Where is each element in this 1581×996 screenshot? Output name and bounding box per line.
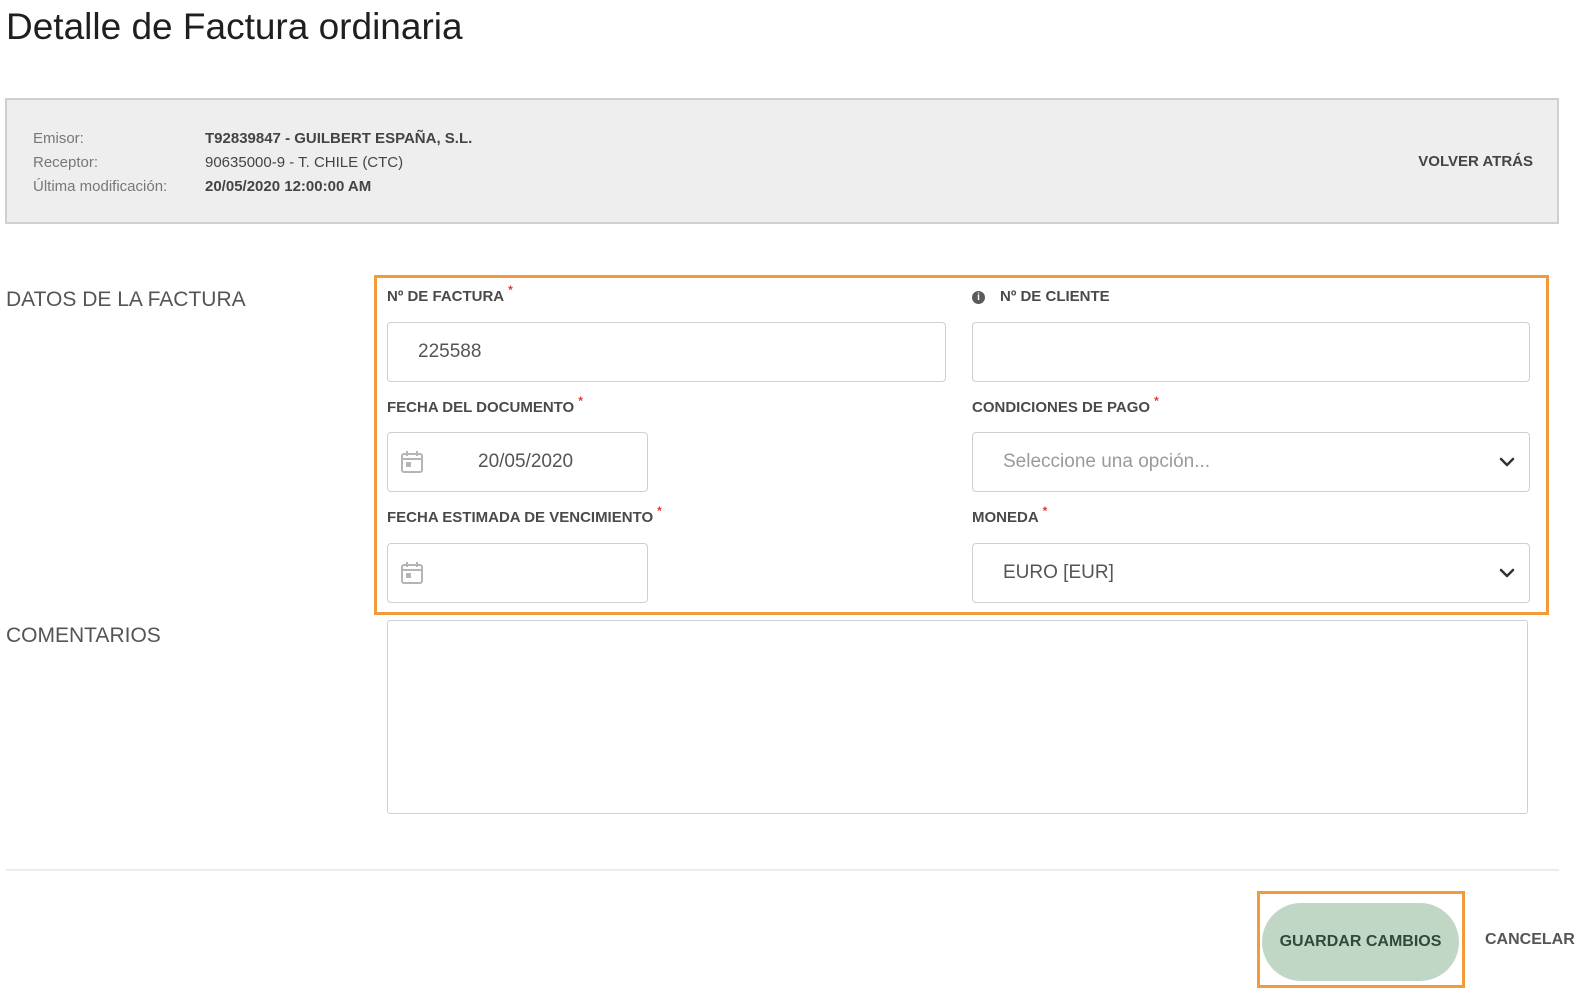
- emisor-label: Emisor:: [33, 130, 84, 147]
- required-mark: *: [578, 394, 583, 408]
- due-date-input[interactable]: [387, 543, 648, 603]
- client-number-input[interactable]: [972, 322, 1530, 382]
- client-number-label: i Nº DE CLIENTE: [972, 288, 1110, 305]
- invoice-number-value: 225588: [418, 341, 482, 362]
- page-title: Detalle de Factura ordinaria: [6, 6, 463, 47]
- invoice-number-label: Nº DE FACTURA *: [387, 283, 513, 305]
- receptor-label: Receptor:: [33, 154, 99, 171]
- payment-terms-label: CONDICIONES DE PAGO *: [972, 394, 1159, 416]
- currency-label-text: MONEDA: [972, 509, 1039, 526]
- payment-terms-select[interactable]: Seleccione una opción...: [972, 432, 1530, 492]
- due-date-label-text: FECHA ESTIMADA DE VENCIMIENTO: [387, 509, 654, 526]
- currency-value: EURO [EUR]: [1003, 562, 1114, 583]
- chevron-down-icon: [1499, 457, 1515, 467]
- comments-section-title: COMENTARIOS: [6, 624, 161, 647]
- modification-value: 20/05/2020 12:00:00 AM: [205, 178, 372, 195]
- due-date-label: FECHA ESTIMADA DE VENCIMIENTO *: [387, 504, 662, 526]
- document-date-input[interactable]: 20/05/2020: [387, 432, 648, 492]
- payment-terms-label-text: CONDICIONES DE PAGO: [972, 399, 1151, 416]
- document-date-label-text: FECHA DEL DOCUMENTO: [387, 399, 575, 416]
- modification-label: Última modificación:: [33, 178, 168, 195]
- info-icon[interactable]: i: [972, 291, 985, 304]
- document-date-label: FECHA DEL DOCUMENTO *: [387, 394, 583, 416]
- invoice-data-section-title: DATOS DE LA FACTURA: [6, 288, 246, 311]
- back-link[interactable]: VOLVER ATRÁS: [1418, 153, 1533, 170]
- save-changes-button[interactable]: GUARDAR CAMBIOS: [1262, 903, 1459, 981]
- chevron-down-icon: [1499, 568, 1515, 578]
- currency-select[interactable]: EURO [EUR]: [972, 543, 1530, 603]
- required-mark: *: [657, 504, 662, 518]
- document-date-value: 20/05/2020: [478, 451, 574, 472]
- calendar-icon[interactable]: [401, 450, 423, 474]
- receptor-value: 90635000-9 - T. CHILE (CTC): [205, 154, 404, 171]
- divider: [6, 869, 1559, 871]
- emisor-value: T92839847 - GUILBERT ESPAÑA, S.L.: [205, 130, 473, 147]
- invoice-number-label-text: Nº DE FACTURA: [387, 288, 505, 305]
- cancel-button[interactable]: CANCELAR: [1485, 931, 1575, 949]
- comments-textarea[interactable]: [387, 620, 1528, 814]
- currency-label: MONEDA *: [972, 504, 1047, 526]
- invoice-info-panel: Emisor: T92839847 - GUILBERT ESPAÑA, S.L…: [5, 98, 1559, 224]
- required-mark: *: [508, 283, 513, 297]
- invoice-number-input[interactable]: 225588: [387, 322, 946, 382]
- client-number-label-text: Nº DE CLIENTE: [1000, 288, 1110, 305]
- payment-terms-placeholder: Seleccione una opción...: [1003, 451, 1211, 472]
- required-mark: *: [1042, 504, 1048, 518]
- required-mark: *: [1154, 394, 1159, 408]
- calendar-icon[interactable]: [401, 561, 423, 585]
